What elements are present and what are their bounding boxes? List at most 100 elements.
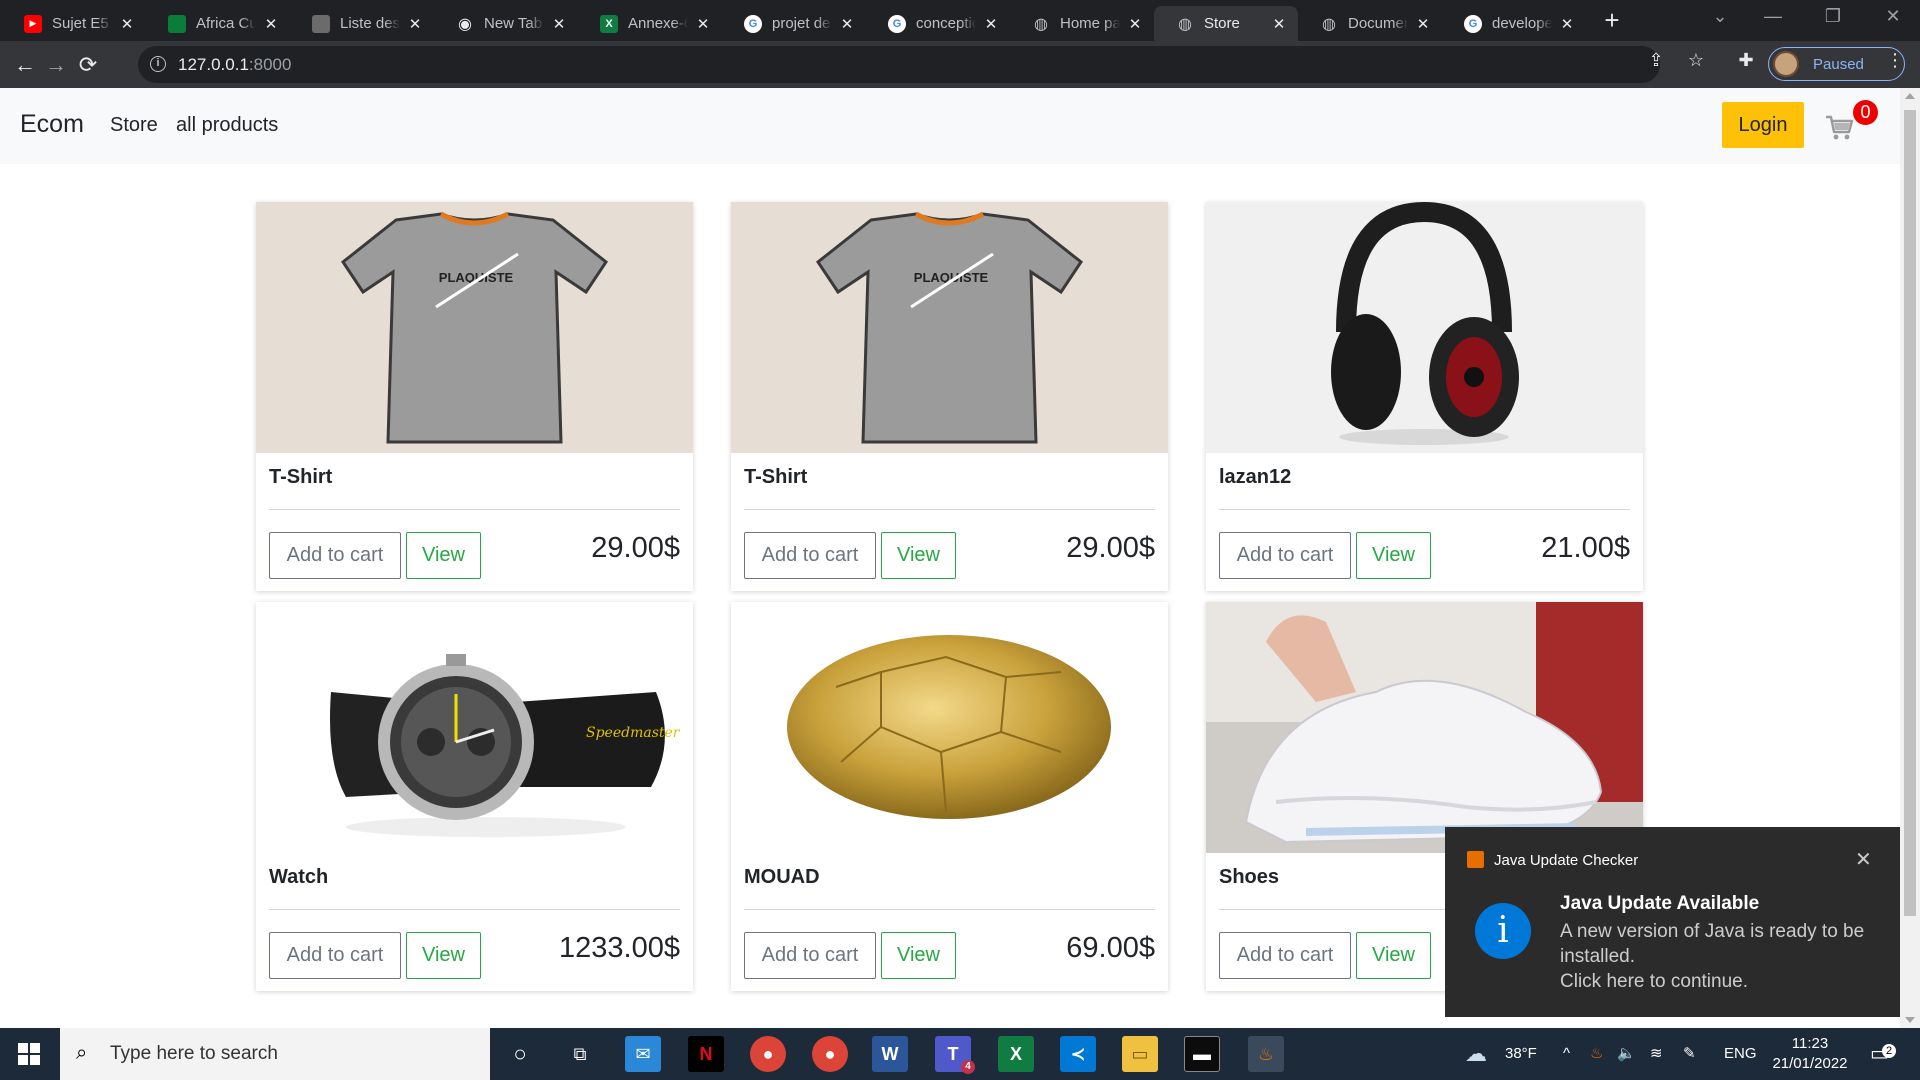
restore-icon[interactable]: ❐ <box>1813 6 1853 27</box>
product-image[interactable]: PLAQUISTE <box>731 202 1168 453</box>
forward-icon[interactable]: → <box>43 52 69 78</box>
java-tray-icon[interactable]: ♨ <box>1590 1028 1603 1080</box>
notification-action[interactable]: Click here to continue. <box>1560 969 1890 994</box>
taskbar-search-box[interactable]: ⌕ Type here to search <box>60 1028 490 1080</box>
login-button[interactable]: Login <box>1722 102 1804 148</box>
scroll-up-icon[interactable] <box>1905 93 1915 99</box>
mail-icon[interactable]: ✉ <box>625 1036 661 1072</box>
product-image[interactable]: Speedmaster <box>256 602 693 853</box>
menu-kebab-icon[interactable]: ⋮ <box>1884 50 1906 71</box>
product-image[interactable] <box>731 602 1168 853</box>
wifi-icon[interactable]: ≋ <box>1650 1028 1663 1080</box>
vscode-icon[interactable]: ≺ <box>1060 1036 1096 1072</box>
task-view-icon[interactable]: ⧉ <box>562 1036 598 1072</box>
close-window-icon[interactable]: ✕ <box>1873 6 1913 27</box>
browser-tab-strip: ▶ Sujet E5 S ✕ Africa Cup ✕ Liste des ✕ ◉ New Ta… <box>0 0 1920 41</box>
view-button[interactable]: View <box>406 532 481 579</box>
view-button[interactable]: View <box>1356 532 1431 579</box>
close-tab-icon[interactable]: ✕ <box>550 15 568 33</box>
nav-link-all-products[interactable]: all products <box>176 114 278 137</box>
brand-link[interactable]: Ecom <box>20 110 84 139</box>
windows-taskbar: ⌕ Type here to search ○ ⧉ ✉ N ● ● W T4 X… <box>0 1028 1920 1080</box>
netflix-icon[interactable]: N <box>688 1036 724 1072</box>
product-image[interactable] <box>1206 602 1643 853</box>
browser-tab[interactable]: ◍ Documen ✕ <box>1298 6 1442 41</box>
close-tab-icon[interactable]: ✕ <box>262 15 280 33</box>
nav-link-store[interactable]: Store <box>110 114 158 137</box>
action-center-icon[interactable]: ▭ 2 <box>1870 1028 1896 1080</box>
browser-tab[interactable]: Gconceptio ✕ <box>866 6 1010 41</box>
cortana-icon[interactable]: ○ <box>502 1036 538 1072</box>
extensions-icon[interactable]: ✚ <box>1735 50 1757 71</box>
browser-tab[interactable]: X Annexe-6 ✕ <box>578 6 722 41</box>
close-tab-icon[interactable]: ✕ <box>1414 15 1432 33</box>
reload-icon[interactable]: ⟳ <box>75 52 101 78</box>
add-to-cart-button[interactable]: Add to cart <box>269 532 401 579</box>
tray-chevron-icon[interactable]: ^ <box>1563 1028 1570 1080</box>
view-button[interactable]: View <box>881 532 956 579</box>
minimize-icon[interactable]: — <box>1753 6 1793 27</box>
browser-tab[interactable]: Gdevelope ✕ <box>1442 6 1586 41</box>
view-button[interactable]: View <box>406 932 481 979</box>
windows-start-icon[interactable] <box>18 1043 40 1065</box>
pen-icon[interactable]: ✎ <box>1683 1028 1696 1080</box>
notification-count-badge: 2 <box>1882 1044 1896 1058</box>
browser-tab[interactable]: Liste des ✕ <box>290 6 434 41</box>
product-card: Speedmaster Watch Add to cart View 1233.… <box>256 602 693 991</box>
close-tab-icon[interactable]: ✕ <box>1558 15 1576 33</box>
view-button[interactable]: View <box>881 932 956 979</box>
close-tab-icon[interactable]: ✕ <box>982 15 1000 33</box>
scroll-down-icon[interactable] <box>1905 1017 1915 1023</box>
google-icon: G <box>744 14 762 33</box>
language-indicator[interactable]: ENG <box>1724 1028 1757 1080</box>
product-price: 21.00$ <box>1541 532 1630 564</box>
add-to-cart-button[interactable]: Add to cart <box>1219 932 1351 979</box>
page-scrollbar[interactable] <box>1900 88 1920 1028</box>
weather-temp[interactable]: 38°F <box>1505 1028 1537 1080</box>
browser-tab[interactable]: Africa Cup ✕ <box>146 6 290 41</box>
product-image[interactable]: PLAQUISTE <box>256 202 693 453</box>
close-tab-icon[interactable]: ✕ <box>1126 15 1144 33</box>
add-to-cart-button[interactable]: Add to cart <box>744 532 876 579</box>
tab-search-icon[interactable]: ⌄ <box>1700 6 1740 27</box>
excel-icon[interactable]: X <box>998 1036 1034 1072</box>
java-update-notification[interactable]: Java Update Checker ✕ i Java Update Avai… <box>1445 827 1900 1017</box>
cart-icon[interactable] <box>1824 112 1854 142</box>
url-text[interactable]: 127.0.0.1:8000 <box>178 55 291 75</box>
terminal-icon[interactable]: ▬ <box>1184 1036 1220 1072</box>
close-tab-icon[interactable]: ✕ <box>694 15 712 33</box>
close-tab-icon[interactable]: ✕ <box>118 15 136 33</box>
bookmark-star-icon[interactable]: ☆ <box>1685 50 1707 71</box>
close-icon[interactable]: ✕ <box>1855 847 1872 872</box>
view-button[interactable]: View <box>1356 932 1431 979</box>
java-taskbar-icon[interactable]: ♨ <box>1248 1036 1284 1072</box>
chrome-profile-icon[interactable]: ● <box>812 1036 848 1072</box>
close-tab-icon[interactable]: ✕ <box>1270 15 1288 33</box>
weather-icon[interactable]: ☁ <box>1465 1028 1487 1080</box>
add-to-cart-button[interactable]: Add to cart <box>269 932 401 979</box>
close-tab-icon[interactable]: ✕ <box>406 15 424 33</box>
scrollbar-thumb[interactable] <box>1904 110 1916 916</box>
file-explorer-icon[interactable]: ▭ <box>1122 1036 1158 1072</box>
share-icon[interactable]: ⇪ <box>1645 50 1667 71</box>
back-icon[interactable]: ← <box>12 52 38 78</box>
volume-icon[interactable]: 🔈 <box>1617 1028 1636 1080</box>
word-icon[interactable]: W <box>872 1036 908 1072</box>
add-to-cart-button[interactable]: Add to cart <box>1219 532 1351 579</box>
browser-tab[interactable]: ◉ New Tab ✕ <box>434 6 578 41</box>
browser-tab[interactable]: Gprojet de ✕ <box>722 6 866 41</box>
address-bar[interactable]: i 127.0.0.1:8000 <box>138 46 1660 83</box>
site-info-icon[interactable]: i <box>150 56 166 72</box>
browser-tab[interactable]: ◍ Home pa ✕ <box>1010 6 1154 41</box>
teams-badge: 4 <box>961 1060 975 1074</box>
browser-tab[interactable]: ◍ Store ✕ <box>1154 6 1298 41</box>
teams-icon[interactable]: T4 <box>935 1036 975 1074</box>
chrome-icon[interactable]: ● <box>750 1036 786 1072</box>
browser-tab[interactable]: ▶ Sujet E5 S ✕ <box>2 6 146 41</box>
product-image[interactable] <box>1206 202 1643 453</box>
close-tab-icon[interactable]: ✕ <box>838 15 856 33</box>
product-title: T-Shirt <box>744 466 808 488</box>
system-clock[interactable]: 11:23 21/01/2022 <box>1760 1034 1860 1074</box>
new-tab-icon[interactable]: + <box>1600 7 1624 33</box>
add-to-cart-button[interactable]: Add to cart <box>744 932 876 979</box>
